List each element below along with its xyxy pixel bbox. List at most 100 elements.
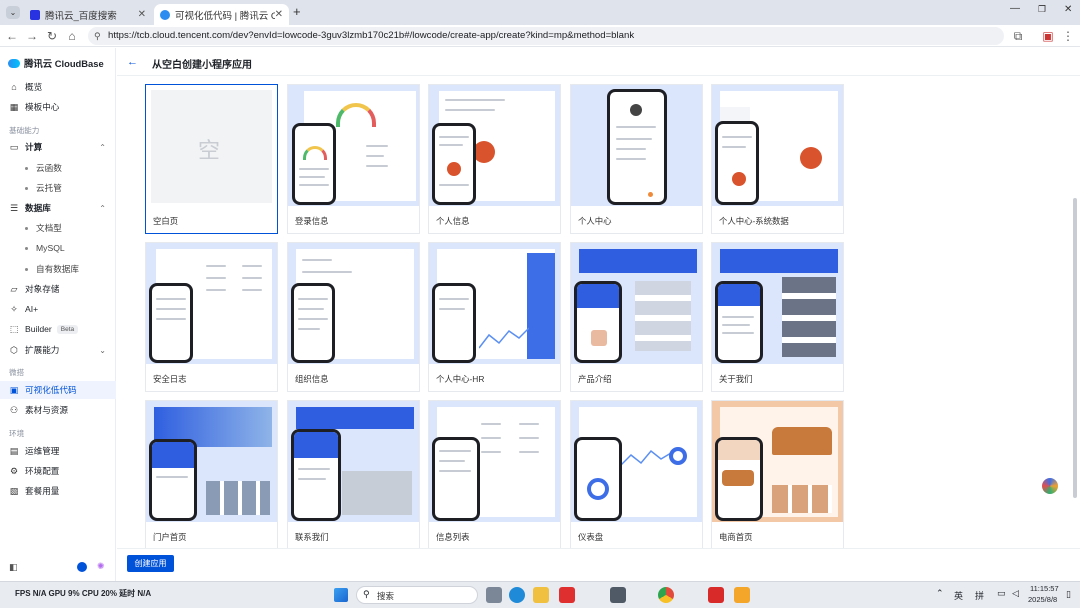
sidebar-item-ai[interactable]: ✧ AI+ xyxy=(0,300,116,318)
sidebar-item-label: 自有数据库 xyxy=(36,264,79,274)
phone-mockup xyxy=(715,281,763,363)
wps-icon[interactable] xyxy=(708,587,724,603)
notification-icon[interactable]: ▯ xyxy=(1066,589,1071,600)
close-tab-icon[interactable]: ✕ xyxy=(275,9,283,20)
ime-language[interactable]: 英 xyxy=(954,589,963,602)
tab-title: 腾讯云_百度搜索 xyxy=(45,10,117,22)
sidebar-item-label: 套餐用量 xyxy=(25,486,60,496)
sidebar-item-lowcode[interactable]: ▣ 可视化低代码 xyxy=(0,381,116,399)
sidebar-item-plan-usage[interactable]: ▧ 套餐用量 xyxy=(0,482,116,500)
template-card-personal-info[interactable]: 个人信息 xyxy=(428,84,561,234)
minimize-icon[interactable]: — xyxy=(1010,3,1020,14)
template-card-dashboard[interactable]: 仪表盘 xyxy=(570,400,703,550)
calculator-icon[interactable] xyxy=(610,587,626,603)
phone-mockup xyxy=(607,89,667,205)
clock-date[interactable]: 2025/8/8 xyxy=(1028,595,1057,604)
create-app-button[interactable]: 创建应用 xyxy=(127,555,174,572)
assets-icon: ⚇ xyxy=(9,405,19,415)
sidebar-item-database[interactable]: ☰ 数据库 ⌃ xyxy=(0,199,116,217)
card-label: 个人中心-系统数据 xyxy=(719,216,789,226)
taskbar-search[interactable]: ⚲ 搜索 xyxy=(356,586,478,604)
menu-icon[interactable]: ⋮ xyxy=(1060,28,1076,44)
edge-icon[interactable] xyxy=(509,587,525,603)
sublime-icon[interactable] xyxy=(734,587,750,603)
template-card-org-info[interactable]: 组织信息 xyxy=(287,242,420,392)
sidebar-item-cloud-function[interactable]: 云函数 xyxy=(0,159,116,177)
sidebar-item-document-db[interactable]: 文档型 xyxy=(0,219,116,237)
ops-icon: ▤ xyxy=(9,446,19,456)
sidebar-item-label: 概览 xyxy=(25,82,43,92)
phone-mockup xyxy=(574,281,622,363)
card-thumbnail xyxy=(712,401,843,522)
forward-icon[interactable]: → xyxy=(24,28,40,44)
search-icon: ⚲ xyxy=(363,589,370,599)
sidebar-item-own-db[interactable]: 自有数据库 xyxy=(0,260,116,278)
reload-icon[interactable]: ↻ xyxy=(44,28,60,44)
baidu-favicon-icon xyxy=(30,9,40,20)
avatar xyxy=(630,104,642,116)
ime-mode[interactable]: 拼 xyxy=(975,589,984,602)
close-tab-icon[interactable]: ✕ xyxy=(138,9,146,20)
avatar xyxy=(473,141,495,163)
profile-icon[interactable]: ▣ xyxy=(1040,28,1056,44)
template-card-contact-us[interactable]: 联系我们 xyxy=(287,400,420,550)
address-bar[interactable]: ⚲ https://tcb.cloud.tencent.com/dev?envI… xyxy=(88,27,1004,45)
network-icon[interactable]: ▭ xyxy=(997,588,1006,599)
sidebar-item-cloud-hosting[interactable]: 云托管 xyxy=(0,179,116,197)
site-info-icon[interactable]: ⚲ xyxy=(94,27,101,45)
chevron-down-icon: ⌄ xyxy=(99,345,106,355)
theme-icon[interactable]: ✺ xyxy=(97,561,105,572)
sidebar-item-compute[interactable]: ▭ 计算 ⌃ xyxy=(0,138,116,156)
template-card-info-list[interactable]: 信息列表 xyxy=(428,400,561,550)
restore-icon[interactable]: ❐ xyxy=(1038,4,1046,15)
sidebar-item-storage[interactable]: ▱ 对象存储 xyxy=(0,280,116,298)
sidebar-item-env-config[interactable]: ⚙ 环境配置 xyxy=(0,462,116,480)
chrome-icon[interactable] xyxy=(658,587,674,603)
template-card-ecommerce-home[interactable]: 电商首页 xyxy=(711,400,844,550)
card-label: 个人中心-HR xyxy=(436,374,485,384)
template-card-personal-center[interactable]: 个人中心 xyxy=(570,84,703,234)
start-icon[interactable] xyxy=(334,588,348,602)
sidebar-item-overview[interactable]: ⌂ 概览 xyxy=(0,78,116,96)
sidebar-item-ops[interactable]: ▤ 运维管理 xyxy=(0,442,116,460)
assistant-float-icon[interactable] xyxy=(1042,478,1058,494)
tab-search-icon[interactable]: ⌄ xyxy=(6,6,20,19)
close-window-icon[interactable]: ✕ xyxy=(1064,4,1072,15)
file-explorer-icon[interactable] xyxy=(533,587,549,603)
home-icon[interactable]: ⌂ xyxy=(64,28,80,44)
sidebar-item-builder[interactable]: ⬚ Builder Beta xyxy=(0,320,116,338)
chevron-up-icon: ⌃ xyxy=(99,203,106,213)
volume-icon[interactable]: ◁ xyxy=(1012,588,1019,599)
new-tab-button[interactable]: + xyxy=(293,4,301,19)
template-card-personal-center-system[interactable]: 个人中心-系统数据 xyxy=(711,84,844,234)
task-view-icon[interactable] xyxy=(486,587,502,603)
user-avatar-icon[interactable] xyxy=(77,562,87,572)
scrollbar[interactable] xyxy=(1073,198,1077,498)
template-card-portal-home[interactable]: 门户首页 xyxy=(145,400,278,550)
template-card-about-us[interactable]: 关于我们 xyxy=(711,242,844,392)
template-card-security-log[interactable]: 安全日志 xyxy=(145,242,278,392)
back-button[interactable]: ← xyxy=(127,56,138,68)
youdao-icon[interactable] xyxy=(559,587,575,603)
phone-mockup xyxy=(291,429,341,521)
clock-time[interactable]: 11:15:57 xyxy=(1030,584,1059,593)
collapse-sidebar-icon[interactable]: ◧ xyxy=(9,562,18,573)
back-icon[interactable]: ← xyxy=(4,28,20,44)
template-card-personal-center-hr[interactable]: 个人中心-HR xyxy=(428,242,561,392)
extensions-icon[interactable]: ⧉ xyxy=(1010,28,1026,44)
cloudbase-favicon-icon xyxy=(160,9,170,20)
template-card-login[interactable]: 登录信息 xyxy=(287,84,420,234)
home-icon: ⌂ xyxy=(11,82,17,92)
settings-icon: ⚙ xyxy=(9,466,19,476)
sidebar-item-templates[interactable]: ▦ 模板中心 xyxy=(0,98,116,116)
template-card-product-intro[interactable]: 产品介绍 xyxy=(570,242,703,392)
template-card-blank[interactable]: 空 空白页 xyxy=(145,84,278,234)
sidebar-item-assets[interactable]: ⚇ 素材与资源 xyxy=(0,401,116,419)
sidebar-group-micro: 微搭 xyxy=(9,368,25,377)
logo[interactable]: 腾讯云 CloudBase xyxy=(8,56,104,70)
tab-baidu[interactable]: 腾讯云_百度搜索 ✕ xyxy=(24,4,152,25)
tab-lowcode[interactable]: 可视化低代码 | 腾讯云 Cloud ✕ xyxy=(154,4,289,25)
sidebar-item-extension[interactable]: ⬡ 扩展能力 ⌄ xyxy=(0,341,116,359)
sidebar-item-mysql[interactable]: MySQL xyxy=(0,239,116,257)
tray-chevron-icon[interactable]: ⌃ xyxy=(936,588,944,599)
